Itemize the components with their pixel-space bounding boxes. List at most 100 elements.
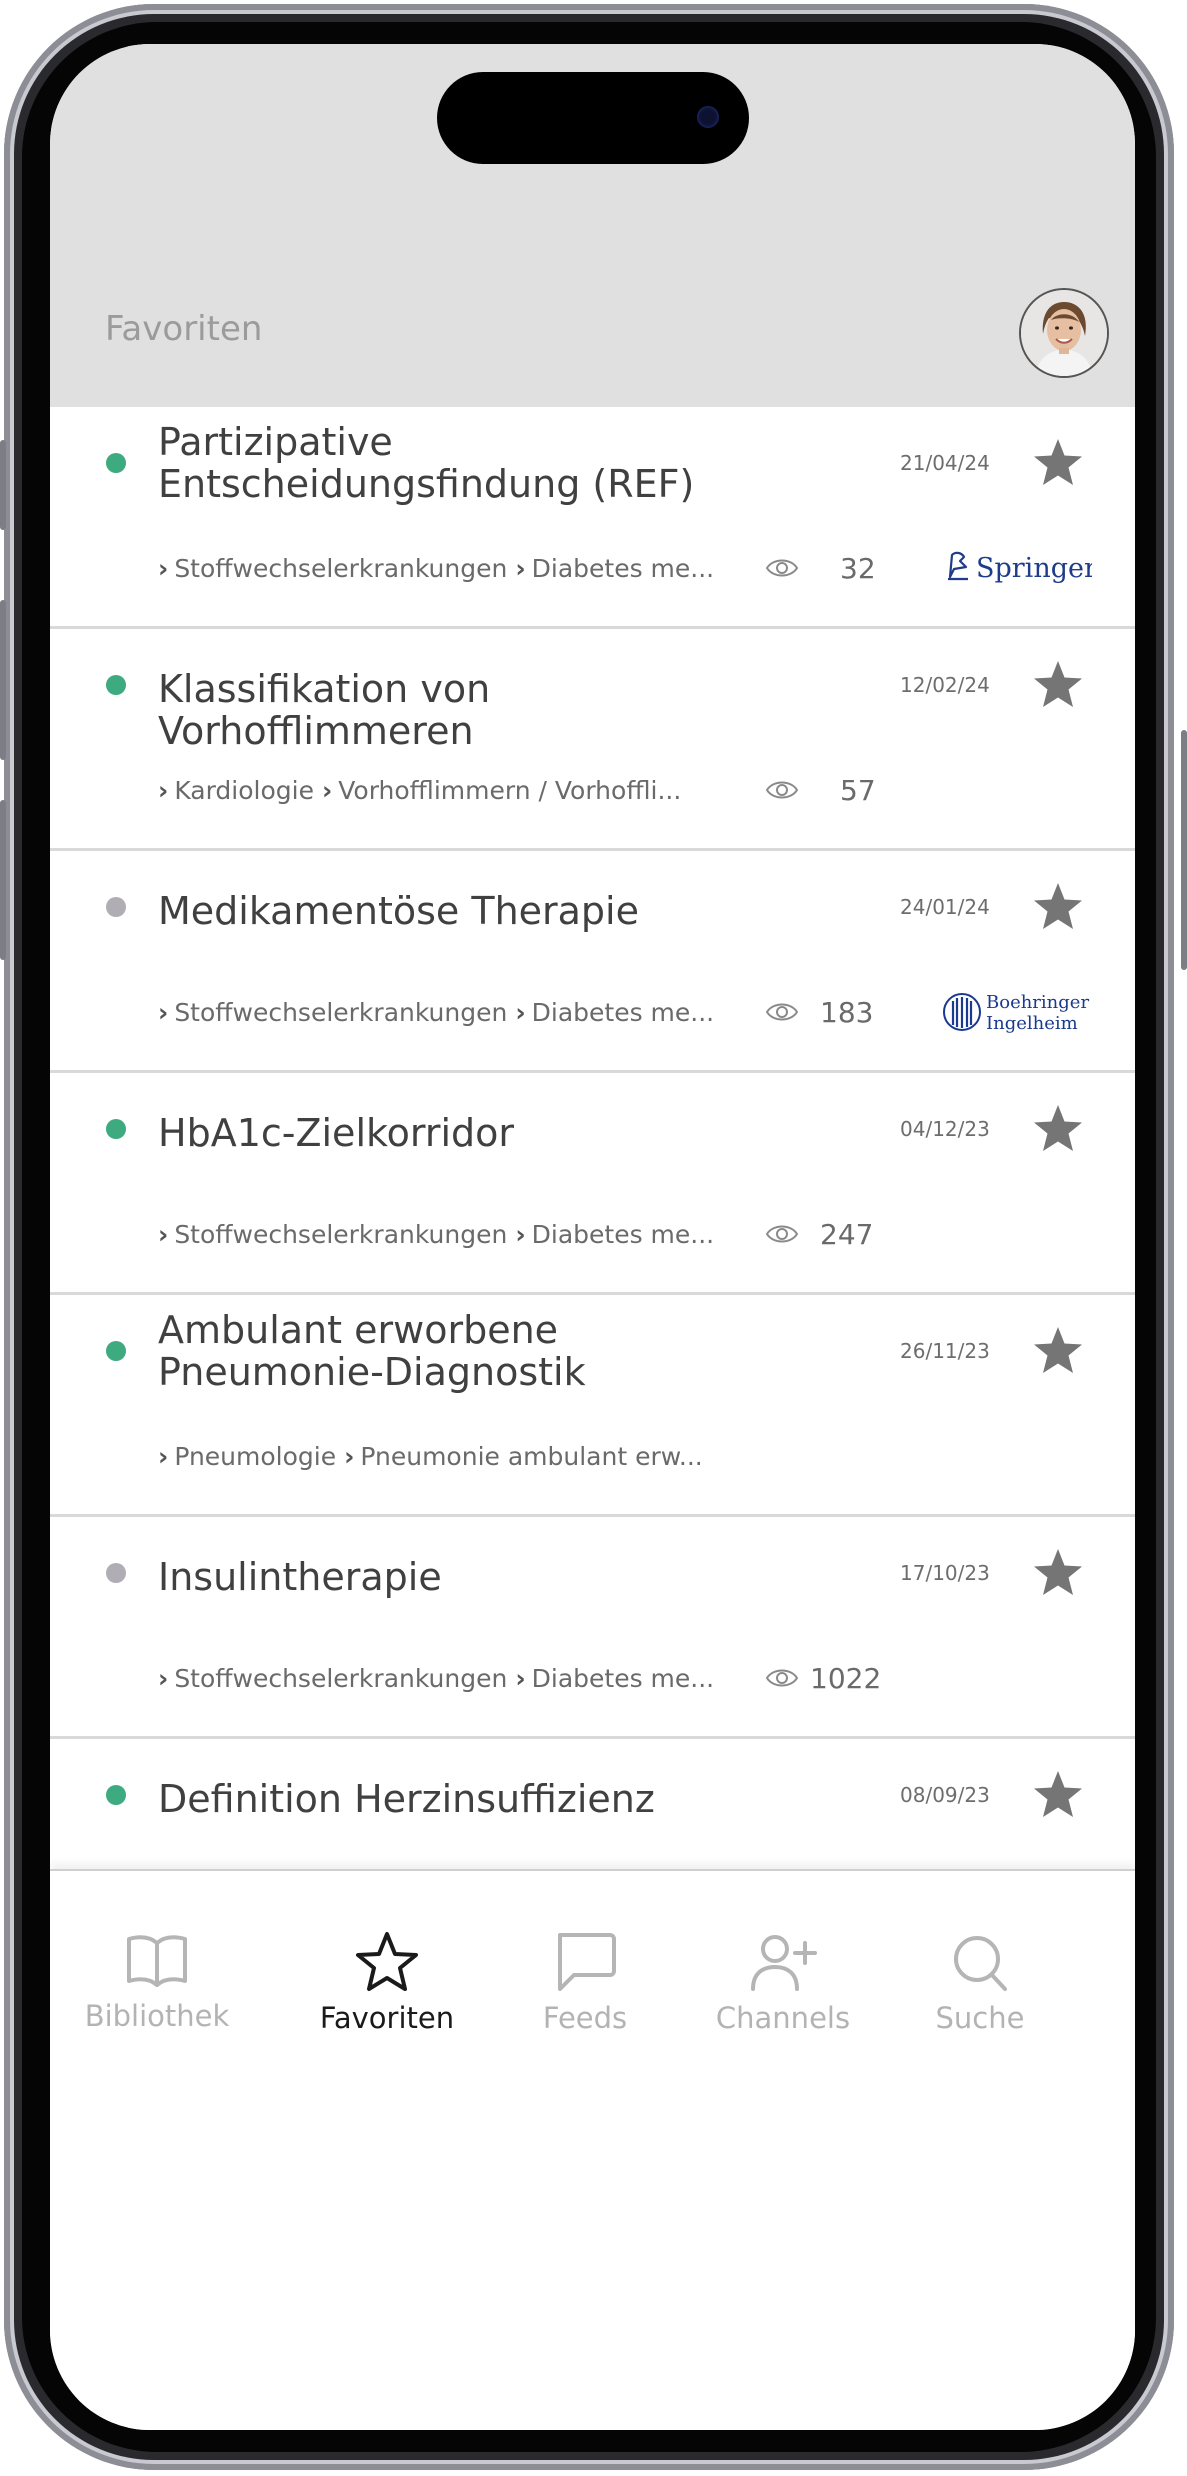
item-date: 04/12/23 — [900, 1117, 990, 1141]
add-person-icon — [751, 1935, 817, 1991]
status-dot — [106, 1341, 126, 1361]
chat-bubble-icon — [558, 1933, 616, 1991]
tab-label-favoriten: Favoriten — [319, 2001, 455, 2035]
item-date: 24/01/24 — [900, 895, 990, 919]
tab-bibliothek[interactable]: Bibliothek — [72, 1931, 242, 2033]
breadcrumb-item: Stoffwechselerkrankungen — [174, 554, 508, 583]
eye-icon — [765, 1225, 799, 1243]
view-count: 32 — [840, 552, 876, 585]
boehringer-columns-icon: Boehringer Ingelheim — [943, 992, 1089, 1034]
item-date: 12/02/24 — [900, 673, 990, 697]
item-title: Klassifikation von Vorhofflimmeren — [158, 667, 491, 753]
favorite-star-icon[interactable] — [1032, 437, 1084, 489]
item-title: Definition Herzinsuffizienz — [158, 1777, 655, 1821]
item-title: HbA1c-Zielkorridor — [158, 1111, 515, 1155]
favorite-star-icon[interactable] — [1032, 1769, 1084, 1821]
breadcrumb-item: Vorhofflimmern / Vorhoffli... — [338, 776, 682, 805]
avatar-photo-icon — [1021, 290, 1107, 376]
chevron-right-icon: › — [321, 776, 333, 805]
springer-horse-icon: Springer — [948, 551, 1097, 584]
chevron-right-icon: › — [158, 1442, 169, 1471]
camera-lens — [697, 106, 719, 128]
tab-suche[interactable]: Suche — [895, 1931, 1065, 2035]
tab-feeds[interactable]: Feeds — [500, 1931, 670, 2035]
eye-icon — [765, 559, 799, 577]
chevron-right-icon: › — [158, 776, 169, 805]
eye-icon — [765, 1669, 799, 1687]
status-dot — [106, 897, 126, 917]
favorite-item[interactable]: Medikamentöse Therapie 24/01/24 › Stoffwech… — [50, 851, 1135, 1073]
view-count: 1022 — [810, 1662, 882, 1695]
breadcrumb: › Stoffwechselerkrankungen › Diabetes me..… — [158, 554, 714, 583]
favorite-star-icon[interactable] — [1032, 1325, 1084, 1377]
app-screen: Favoriten Partizipative Entscheidungsfin… — [50, 44, 1135, 2430]
view-count: 183 — [820, 996, 874, 1029]
breadcrumb-item: Diabetes me... — [531, 1220, 715, 1249]
boehringer-logo: Boehringer Ingelheim — [942, 989, 1092, 1035]
tab-favoriten[interactable]: Favoriten — [302, 1931, 472, 2035]
boehringer-wordmark-line2: Ingelheim — [986, 1013, 1078, 1034]
chevron-right-icon: › — [515, 1664, 526, 1693]
app-header: Favoriten — [50, 44, 1135, 407]
breadcrumb: › Stoffwechselerkrankungen › Diabetes me..… — [158, 1664, 714, 1693]
tab-label-feeds: Feeds — [542, 2001, 628, 2035]
breadcrumb-item: Pneumonie ambulant erw... — [360, 1442, 703, 1471]
favorite-item[interactable]: Ambulant erworbene Pneumonie-Diagnostik 2… — [50, 1295, 1135, 1517]
item-date: 26/11/23 — [900, 1339, 990, 1363]
chevron-right-icon: › — [515, 554, 526, 583]
action-button — [0, 440, 6, 530]
item-title: Insulintherapie — [158, 1555, 442, 1599]
breadcrumb-item: Diabetes me... — [531, 998, 715, 1027]
favorite-item[interactable]: Partizipative Entscheidungsfindung (REF)… — [50, 407, 1135, 629]
status-dot — [106, 1119, 126, 1139]
springer-logo: Springer — [942, 547, 1097, 587]
search-icon — [954, 1936, 1007, 1991]
volume-down-button — [0, 800, 6, 960]
item-title: Partizipative Entscheidungsfindung (REF) — [158, 420, 695, 506]
chevron-right-icon: › — [158, 1664, 169, 1693]
boehringer-wordmark-line1: Boehringer — [986, 992, 1089, 1013]
item-title: Ambulant erworbene Pneumonie-Diagnostik — [158, 1308, 586, 1394]
breadcrumb: › Kardiologie › Vorhofflimmern / Vorhoffli… — [158, 776, 681, 805]
status-dot — [106, 675, 126, 695]
eye-icon — [765, 1003, 799, 1021]
status-dot — [106, 453, 126, 473]
breadcrumb-item: Diabetes me... — [531, 1664, 715, 1693]
view-count: 57 — [840, 774, 876, 807]
page-title: Favoriten — [105, 309, 263, 349]
view-count: 247 — [820, 1218, 874, 1251]
star-icon — [356, 1932, 418, 1991]
breadcrumb-item: Stoffwechselerkrankungen — [174, 998, 508, 1027]
breadcrumb-item: Pneumologie — [174, 1442, 337, 1471]
chevron-right-icon: › — [158, 1220, 169, 1249]
tab-label-suche: Suche — [935, 2001, 1025, 2035]
item-title: Medikamentöse Therapie — [158, 889, 639, 933]
status-dot — [106, 1785, 126, 1805]
favorite-star-icon[interactable] — [1032, 659, 1084, 711]
favorite-item[interactable]: HbA1c-Zielkorridor 04/12/23 › Stoffwechsele… — [50, 1073, 1135, 1295]
avatar[interactable] — [1019, 288, 1109, 378]
chevron-right-icon: › — [158, 554, 169, 583]
power-button — [1181, 730, 1187, 970]
item-date: 08/09/23 — [900, 1783, 990, 1807]
dynamic-island — [437, 72, 749, 164]
breadcrumb-item: Stoffwechselerkrankungen — [174, 1220, 508, 1249]
eye-icon — [765, 781, 799, 799]
item-date: 21/04/24 — [900, 451, 990, 475]
favorite-item[interactable]: Klassifikation von Vorhofflimmeren 12/02/… — [50, 629, 1135, 851]
favorite-star-icon[interactable] — [1032, 881, 1084, 933]
tab-label-channels: Channels — [715, 2001, 851, 2035]
favorite-item[interactable]: Insulintherapie 17/10/23 › Stoffwechselerkr… — [50, 1517, 1135, 1739]
item-date: 17/10/23 — [900, 1561, 990, 1585]
volume-up-button — [0, 600, 6, 760]
breadcrumb-item: Stoffwechselerkrankungen — [174, 1664, 508, 1693]
springer-wordmark: Springer — [976, 553, 1092, 584]
breadcrumb: › Pneumologie › Pneumonie ambulant erw... — [158, 1442, 703, 1471]
tab-bar: Bibliothek Favoriten Feeds Channels Such… — [50, 1869, 1135, 2430]
chevron-right-icon: › — [515, 998, 526, 1027]
chevron-right-icon: › — [158, 998, 169, 1027]
tab-channels[interactable]: Channels — [698, 1931, 868, 2035]
breadcrumb-item: Diabetes me... — [531, 554, 715, 583]
favorite-star-icon[interactable] — [1032, 1547, 1084, 1599]
favorite-star-icon[interactable] — [1032, 1103, 1084, 1155]
